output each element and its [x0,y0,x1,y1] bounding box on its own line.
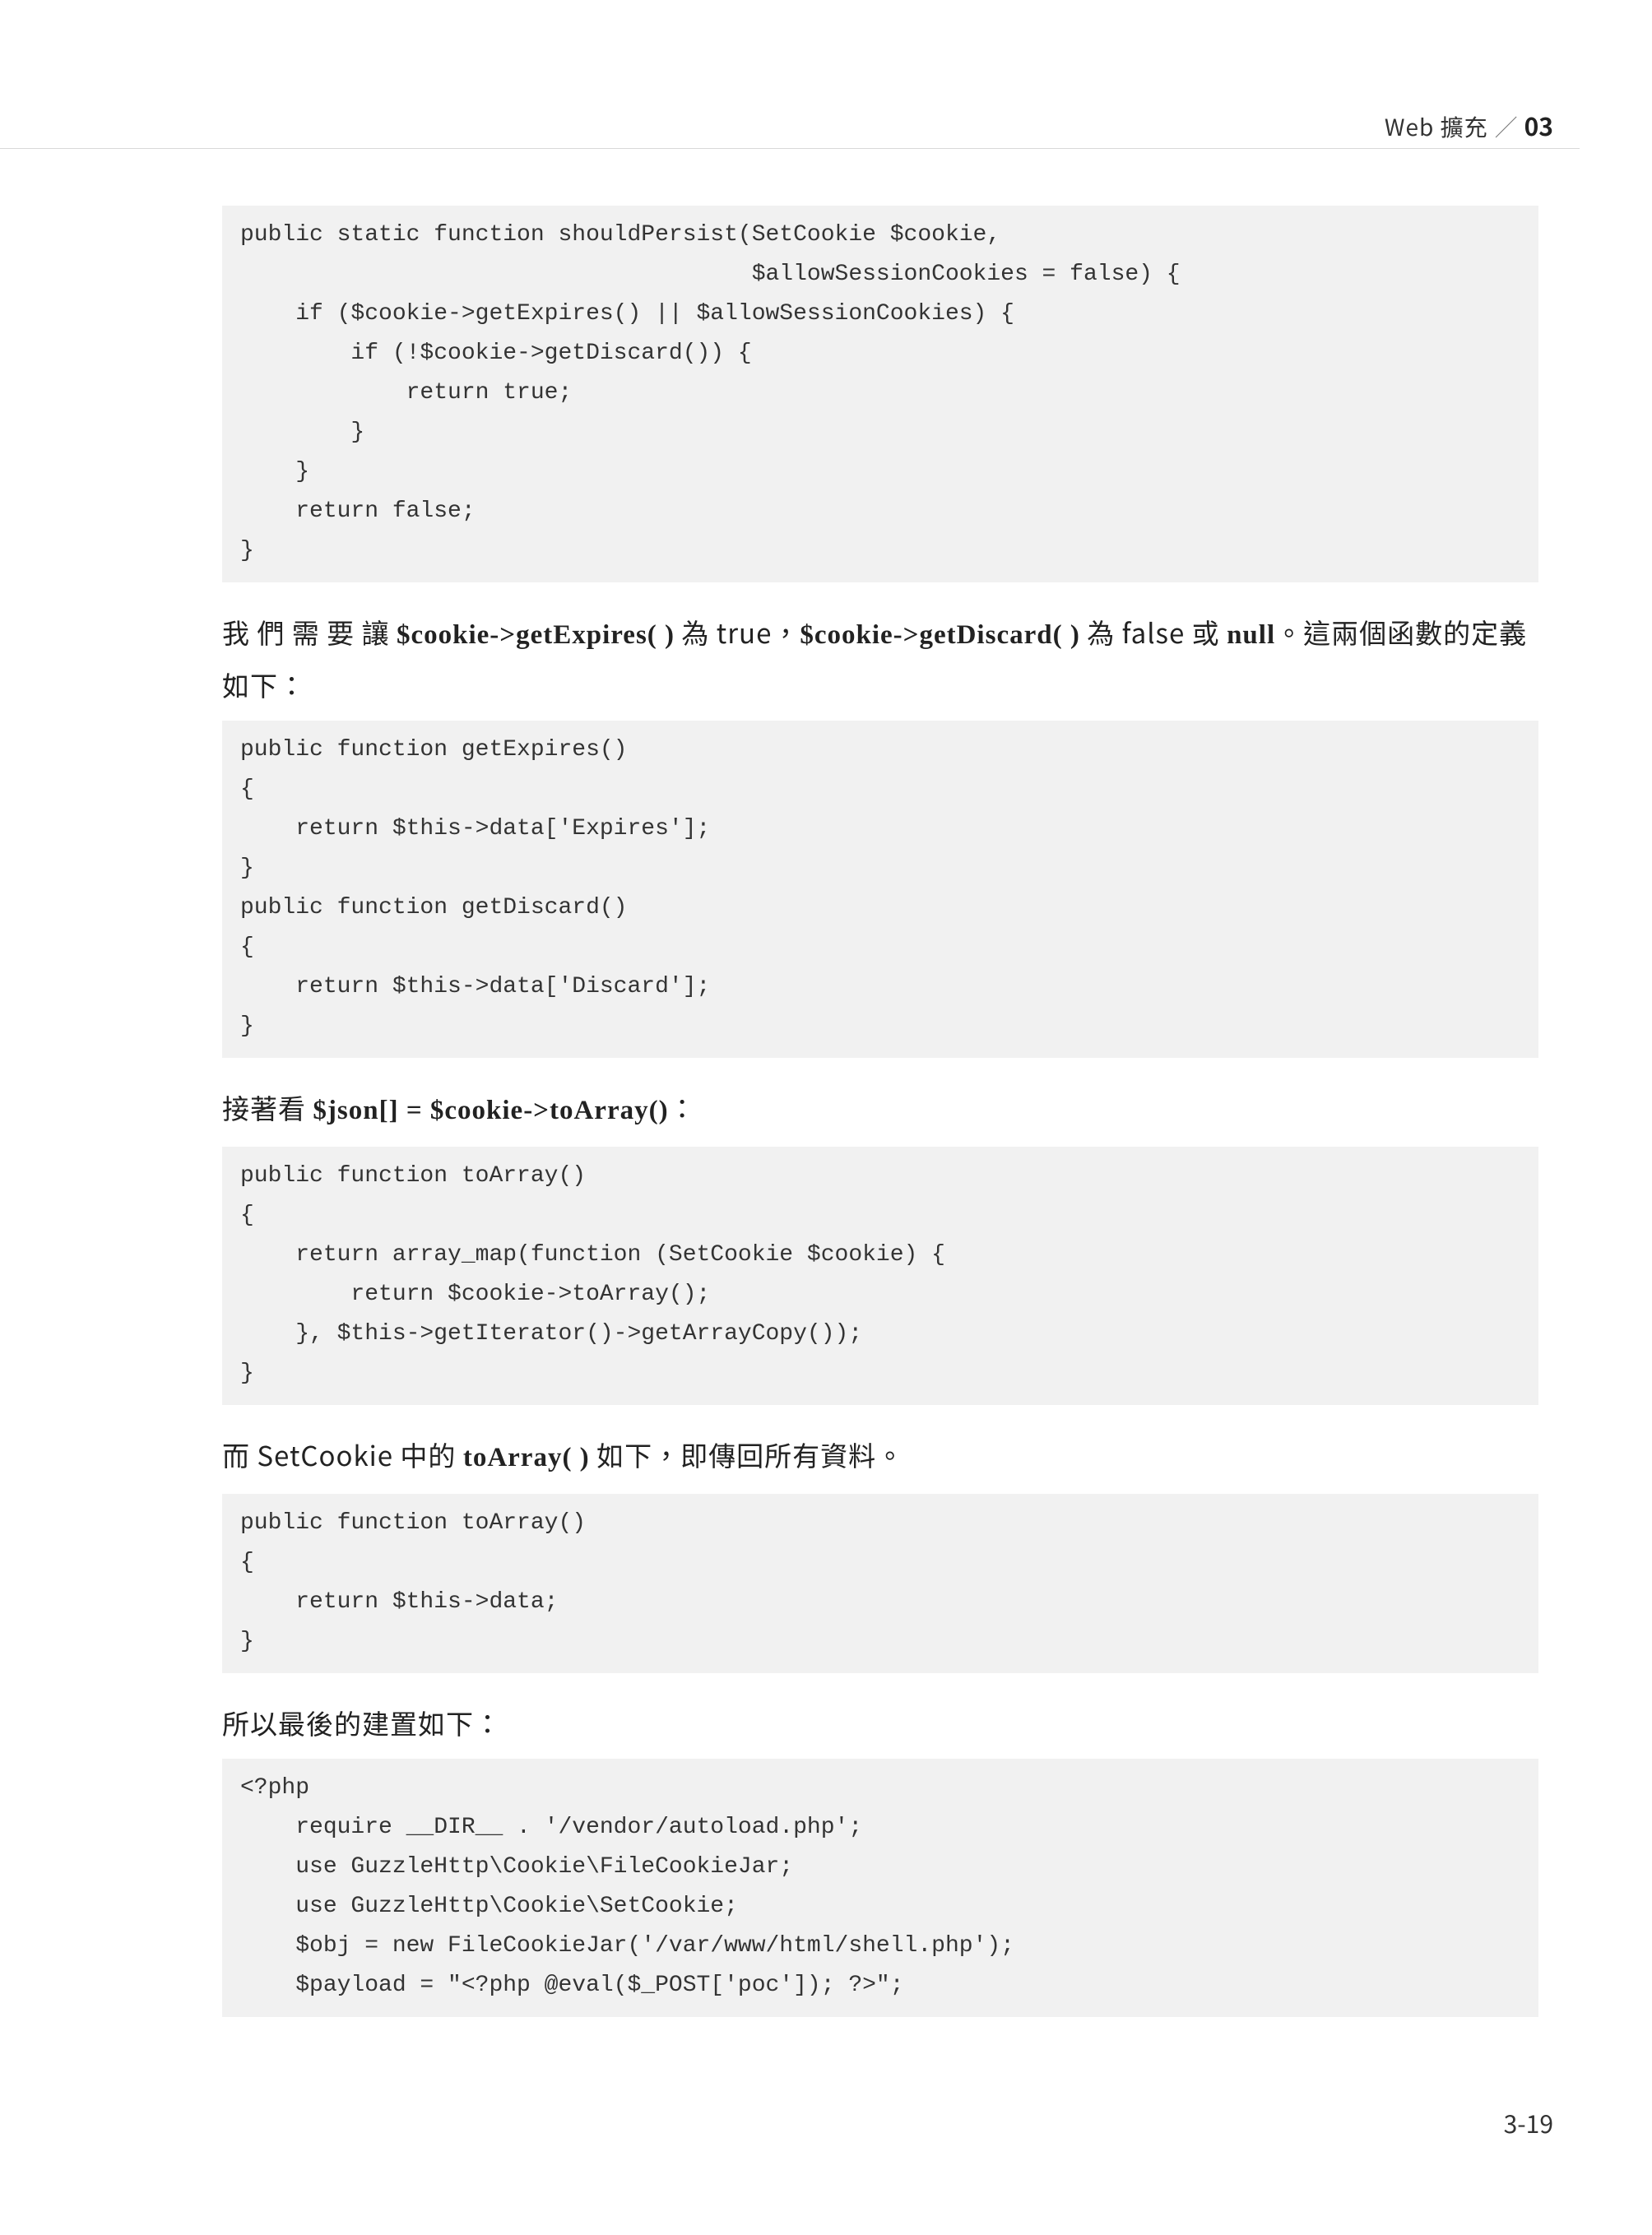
header-title: Web 擴充 [1385,110,1488,143]
code-block-5: <?php require __DIR__ . '/vendor/autoloa… [222,1759,1538,2017]
chapter-number: 03 [1524,107,1553,143]
para1-mid2: 為 false 或 [1080,612,1227,651]
para2-code1: $json[] = $cookie->toArray() [313,1096,668,1125]
para1-code1: $cookie->getExpires( ) [397,620,675,650]
para3-code1: toArray( ) [463,1443,590,1472]
paragraph-3: 而 SetCookie 中的 toArray( ) 如下，即傳回所有資料。 [222,1430,1538,1482]
page-content: public static function shouldPersist(Set… [222,206,1538,2042]
page: Web 擴充／03 public static function shouldP… [0,0,1652,2235]
para1-code3: null [1227,620,1275,650]
para1-pre: 我 們 需 要 讓 [222,612,397,651]
header-separator: ／ [1495,110,1518,143]
para2-tail: ： [669,1087,697,1127]
para3-tail: 如下，即傳回所有資料。 [590,1435,904,1474]
para1-mid1: 為 true， [675,612,800,651]
paragraph-1: 我 們 需 要 讓 $cookie->getExpires( ) 為 true，… [222,607,1538,709]
paragraph-4: 所以最後的建置如下： [222,1698,1538,1747]
page-number: 3-19 [1504,2104,1553,2140]
code-block-4: public function toArray() { return $this… [222,1494,1538,1673]
para1-code2: $cookie->getDiscard( ) [800,620,1079,650]
page-header: Web 擴充／03 [1385,107,1553,143]
code-block-2: public function getExpires() { return $t… [222,721,1538,1058]
para2-pre: 接著看 [222,1087,313,1127]
paragraph-2: 接著看 $json[] = $cookie->toArray()： [222,1083,1538,1135]
code-block-1: public static function shouldPersist(Set… [222,206,1538,582]
code-block-3: public function toArray() { return array… [222,1147,1538,1405]
header-rule [0,148,1580,149]
para3-pre: 而 SetCookie 中的 [222,1435,463,1474]
